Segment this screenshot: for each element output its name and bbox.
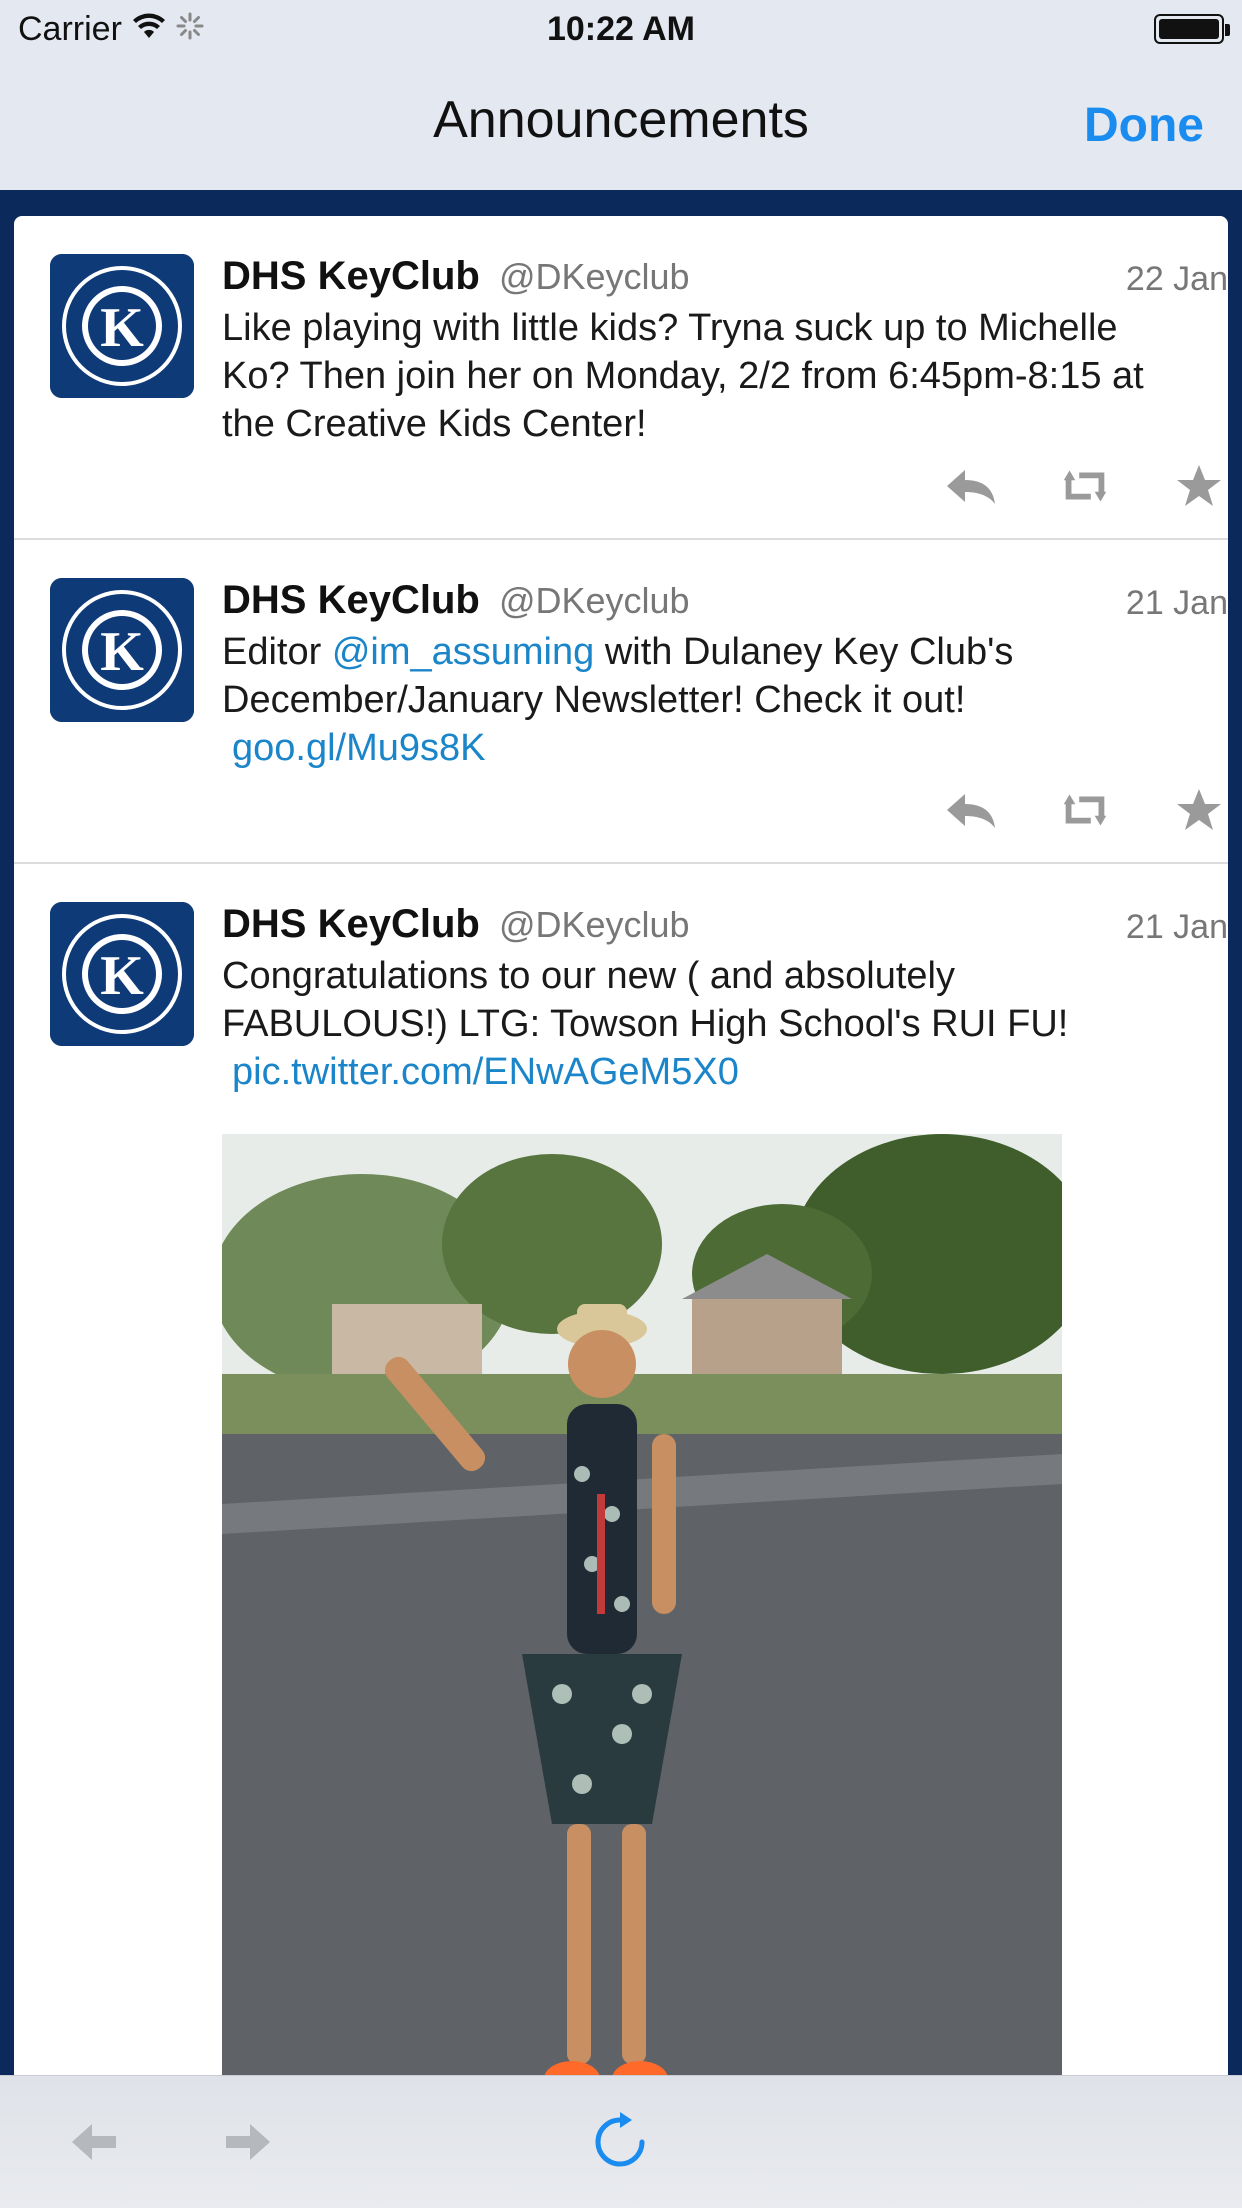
avatar[interactable]: K — [50, 578, 194, 722]
tweet-header: DHS KeyClub @DKeyclub 21 Jan — [222, 902, 1228, 952]
screen: Carrier 10:22 AM Announcements Done K DH… — [0, 0, 1242, 2208]
tweet-body: DHS KeyClub @DKeyclub 22 Jan Like playin… — [222, 254, 1228, 448]
author-handle[interactable]: @DKeyclub — [499, 580, 690, 621]
status-bar: Carrier 10:22 AM — [0, 0, 1242, 62]
pic-link[interactable]: pic.twitter.com/ENwAGeM5X0 — [232, 1051, 739, 1093]
tweet-item[interactable]: K DHS KeyClub @DKeyclub 22 Jan Like play… — [14, 216, 1228, 540]
avatar[interactable]: K — [50, 902, 194, 1046]
star-icon[interactable] — [1170, 786, 1228, 834]
tweet-date: 22 Jan — [1125, 260, 1228, 298]
retweet-icon[interactable] — [1056, 462, 1114, 510]
done-button[interactable]: Done — [1084, 98, 1204, 153]
tweet-photo[interactable] — [222, 1134, 1062, 2076]
tweet-actions — [942, 462, 1228, 510]
bottom-toolbar — [0, 2075, 1242, 2208]
battery-icon — [1154, 14, 1230, 44]
retweet-icon[interactable] — [1056, 786, 1114, 834]
tweet-text-part: Editor — [222, 631, 332, 673]
tweet-body: DHS KeyClub @DKeyclub 21 Jan Editor @im_… — [222, 578, 1228, 772]
author-name[interactable]: DHS KeyClub — [222, 578, 480, 622]
avatar[interactable]: K — [50, 254, 194, 398]
forward-arrow-icon[interactable] — [218, 2112, 278, 2172]
tweet-item[interactable]: K DHS KeyClub @DKeyclub 21 Jan Congratul… — [14, 864, 1228, 2076]
tweet-text-part: Congratulations to our new ( and absolut… — [222, 955, 1069, 1045]
tweet-item[interactable]: K DHS KeyClub @DKeyclub 21 Jan Editor @i… — [14, 540, 1228, 864]
tweet-text: Like playing with little kids? Tryna suc… — [222, 304, 1228, 448]
author-handle[interactable]: @DKeyclub — [499, 256, 690, 297]
reload-icon[interactable] — [590, 2112, 650, 2172]
svg-text:K: K — [100, 945, 144, 1007]
svg-text:K: K — [100, 297, 144, 359]
tweet-header: DHS KeyClub @DKeyclub 22 Jan — [222, 254, 1228, 304]
star-icon[interactable] — [1170, 462, 1228, 510]
author-name[interactable]: DHS KeyClub — [222, 254, 480, 298]
reply-icon[interactable] — [942, 462, 1000, 510]
status-time: 10:22 AM — [546, 10, 696, 48]
tweet-text-part: Like playing with little kids? Tryna suc… — [222, 307, 1144, 445]
back-arrow-icon[interactable] — [64, 2112, 124, 2172]
page-title: Announcements — [433, 91, 809, 149]
nav-bar: Announcements Done — [0, 62, 1242, 190]
tweet-actions — [942, 786, 1228, 834]
top-bar: Carrier 10:22 AM Announcements Done — [0, 0, 1242, 190]
svg-text:K: K — [100, 621, 144, 683]
key-club-logo-icon: K — [50, 902, 194, 1046]
tweet-header: DHS KeyClub @DKeyclub 21 Jan — [222, 578, 1228, 628]
tweet-feed[interactable]: K DHS KeyClub @DKeyclub 22 Jan Like play… — [14, 216, 1228, 2076]
author-name[interactable]: DHS KeyClub — [222, 902, 480, 946]
tweet-text: Editor @im_assuming with Dulaney Key Clu… — [222, 628, 1228, 772]
author-handle[interactable]: @DKeyclub — [499, 904, 690, 945]
photo-image — [222, 1134, 1062, 2076]
key-club-logo-icon: K — [50, 254, 194, 398]
tweet-text: Congratulations to our new ( and absolut… — [222, 952, 1228, 1096]
tweet-date: 21 Jan — [1125, 584, 1228, 622]
key-club-logo-icon: K — [50, 578, 194, 722]
tweet-date: 21 Jan — [1125, 908, 1228, 946]
tweet-body: DHS KeyClub @DKeyclub 21 Jan Congratulat… — [222, 902, 1228, 2076]
mention-link[interactable]: @im_assuming — [332, 631, 594, 673]
reply-icon[interactable] — [942, 786, 1000, 834]
url-link[interactable]: goo.gl/Mu9s8K — [232, 727, 486, 769]
